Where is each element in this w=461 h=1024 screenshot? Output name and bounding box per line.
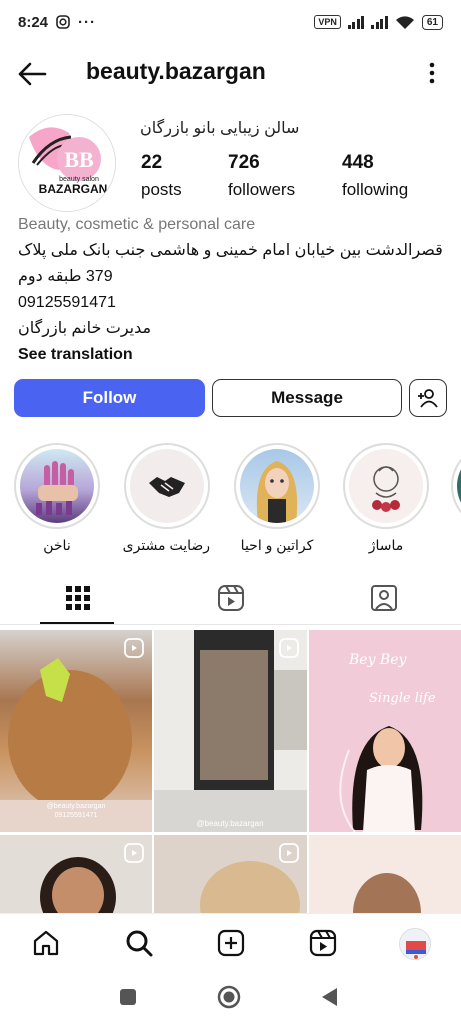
post-thumbnail-3[interactable]: Bey Bey Single life xyxy=(309,630,461,832)
highlight-customer-satisfaction[interactable]: رضایت مشتری xyxy=(122,443,210,554)
active-tab-indicator xyxy=(40,622,114,624)
search-icon[interactable] xyxy=(124,928,154,958)
profile-full-name: سالن زیبایی بانو بازرگان xyxy=(140,120,300,137)
stat-followers-label: followers xyxy=(228,180,296,199)
svg-text:@beauty.bazargan: @beauty.bazargan xyxy=(47,803,106,810)
highlight-label-massage: ماساژ xyxy=(368,537,404,553)
reels-icon[interactable] xyxy=(308,928,338,958)
add-person-icon xyxy=(418,389,438,408)
handshake-icon xyxy=(149,477,185,497)
stat-followers-value: 726 xyxy=(228,152,260,173)
profile-header: beauty.bazargan xyxy=(0,50,461,98)
reels-tab-icon[interactable] xyxy=(216,583,246,613)
profile-username: beauty.bazargan xyxy=(86,58,266,84)
create-post-icon[interactable] xyxy=(216,928,246,958)
profile-tabs xyxy=(0,575,461,625)
status-time: 8:24 xyxy=(18,13,49,31)
signal-icon xyxy=(347,15,365,29)
stat-following[interactable]: 448 following xyxy=(342,152,408,200)
stat-following-value: 448 xyxy=(342,152,374,173)
highlight-label-keratin: کراتین و احیا xyxy=(240,537,314,553)
svg-text:Bey Bey: Bey Bey xyxy=(348,652,408,668)
back-arrow-icon[interactable] xyxy=(16,60,48,88)
stat-followers[interactable]: 726 followers xyxy=(228,152,295,200)
highlight-label-nails: ناخن xyxy=(43,537,71,553)
highlight-label-satisfaction: رضایت مشتری xyxy=(122,537,210,553)
reel-badge-icon xyxy=(124,638,144,658)
highlight-cover-handshake xyxy=(130,449,204,523)
back-system-icon[interactable] xyxy=(319,986,339,1008)
svg-text:Single life: Single life xyxy=(369,691,436,706)
follow-button[interactable]: Follow xyxy=(14,379,205,417)
post-thumbnail-4[interactable] xyxy=(0,835,152,913)
suggested-accounts-button[interactable] xyxy=(409,379,447,417)
stat-posts-label: posts xyxy=(141,180,182,199)
message-button[interactable]: Message xyxy=(212,379,402,417)
highlight-keratin[interactable]: کراتین و احیا xyxy=(234,443,320,554)
grid-tab-icon[interactable] xyxy=(63,583,93,613)
svg-text:BB: BB xyxy=(64,147,94,172)
highlight-cover-hair xyxy=(240,449,314,523)
profile-bio: Beauty, cosmetic & personal care قصرالدش… xyxy=(18,212,443,368)
reel-badge-icon xyxy=(279,638,299,658)
post-thumbnail-6[interactable] xyxy=(309,835,461,913)
svg-text:@beauty.bazargan: @beauty.bazargan xyxy=(196,819,263,828)
salon-logo: BB beauty salon BAZARGAN xyxy=(19,115,115,211)
signal-icon-2 xyxy=(371,15,388,29)
system-navigation-bar xyxy=(0,971,461,1024)
highlight-massage[interactable]: ماساژ xyxy=(343,443,429,554)
post-thumbnail-2[interactable]: @beauty.bazargan xyxy=(154,630,307,832)
home-system-icon[interactable] xyxy=(217,985,241,1009)
profile-avatar[interactable]: BB beauty salon BAZARGAN xyxy=(18,114,116,212)
bio-line-address: قصرالدشت بین خیابان امام خمینی و هاشمی ج… xyxy=(18,242,443,259)
instagram-notification-icon xyxy=(56,15,70,29)
svg-text:09125591471: 09125591471 xyxy=(55,812,98,819)
svg-text:BAZARGAN: BAZARGAN xyxy=(39,182,108,196)
highlight-partial[interactable] xyxy=(451,443,461,529)
profile-category: Beauty, cosmetic & personal care xyxy=(18,216,256,233)
stat-posts[interactable]: 22 posts xyxy=(141,152,182,200)
post-thumbnail-5[interactable] xyxy=(154,835,307,913)
wifi-icon xyxy=(395,15,414,29)
more-options-icon[interactable] xyxy=(429,62,435,84)
bio-line-floor: 379 طبقه دوم xyxy=(18,268,113,285)
reel-badge-icon xyxy=(124,843,144,863)
vpn-badge: VPN xyxy=(314,15,341,29)
stat-following-label: following xyxy=(342,180,409,199)
recent-apps-icon[interactable] xyxy=(119,988,137,1006)
battery-indicator: 61 xyxy=(421,14,443,30)
bottom-navigation xyxy=(0,913,461,971)
highlight-cover-nails xyxy=(20,449,94,523)
tagged-tab-icon[interactable] xyxy=(369,583,399,613)
post-thumbnail-1[interactable]: @beauty.bazargan 09125591471 xyxy=(0,630,152,832)
bio-line-phone[interactable]: 09125591471 xyxy=(18,290,443,316)
highlight-cover-spa xyxy=(349,449,423,523)
more-notifications-icon: ··· xyxy=(78,13,97,31)
home-icon[interactable] xyxy=(31,928,61,958)
own-profile-avatar[interactable] xyxy=(399,928,431,960)
bio-line-manager: مدیرت خانم بازرگان xyxy=(18,320,152,337)
status-bar: 8:24 ··· VPN 61 xyxy=(0,0,461,44)
stat-posts-value: 22 xyxy=(141,152,163,173)
highlight-nails[interactable]: ناخن xyxy=(14,443,100,554)
reel-badge-icon xyxy=(279,843,299,863)
see-translation-link[interactable]: See translation xyxy=(18,342,443,368)
